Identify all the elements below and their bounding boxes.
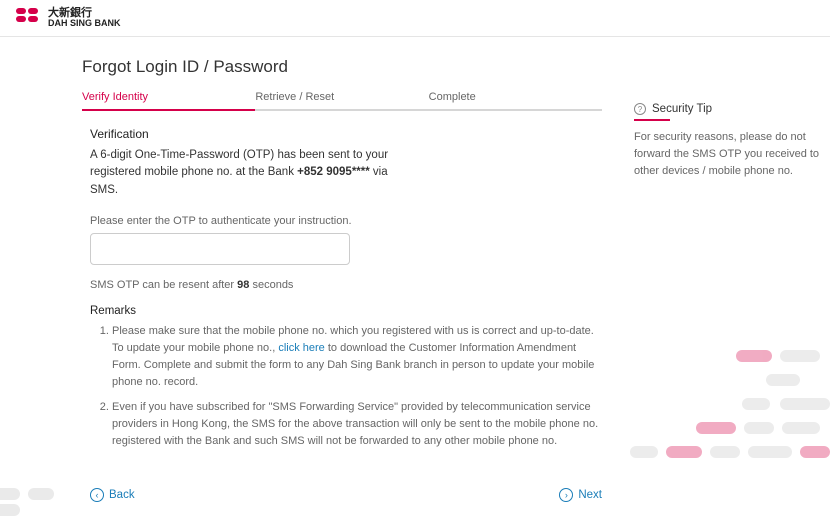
otp-prompt: Please enter the OTP to authenticate you… bbox=[90, 215, 602, 227]
step-indicator: Verify Identity Retrieve / Reset Complet… bbox=[82, 91, 602, 111]
chevron-left-icon: ‹ bbox=[90, 488, 104, 502]
verification-heading: Verification bbox=[90, 127, 602, 141]
remark-2-text: Even if you have subscribed for "SMS For… bbox=[112, 401, 598, 447]
otp-msg-phone: +852 9095**** bbox=[297, 166, 370, 178]
main-content: Forgot Login ID / Password Verify Identi… bbox=[82, 57, 602, 502]
resend-seconds: 98 bbox=[237, 279, 249, 291]
bank-logo-icon bbox=[16, 8, 40, 28]
remarks-heading: Remarks bbox=[90, 305, 602, 317]
back-button[interactable]: ‹ Back bbox=[90, 488, 135, 502]
otp-resend-countdown: SMS OTP can be resent after 98 seconds bbox=[90, 279, 602, 291]
remarks-list: Please make sure that the mobile phone n… bbox=[90, 323, 602, 450]
page-title: Forgot Login ID / Password bbox=[82, 57, 602, 77]
brand-en: DAH SING BANK bbox=[48, 19, 121, 28]
bank-logo-text: 大新銀行 DAH SING BANK bbox=[48, 8, 121, 28]
resend-pre: SMS OTP can be resent after bbox=[90, 279, 237, 291]
otp-sent-message: A 6-digit One-Time-Password (OTP) has be… bbox=[90, 147, 400, 199]
step-complete: Complete bbox=[429, 91, 602, 111]
list-item: Please make sure that the mobile phone n… bbox=[112, 323, 602, 391]
security-tip-text: For security reasons, please do not forw… bbox=[634, 129, 824, 180]
resend-post: seconds bbox=[249, 279, 293, 291]
question-icon: ? bbox=[634, 103, 646, 115]
header: 大新銀行 DAH SING BANK bbox=[0, 0, 830, 37]
sidebar: ? Security Tip For security reasons, ple… bbox=[634, 57, 824, 502]
security-tip-heading: ? Security Tip bbox=[634, 103, 824, 121]
chevron-right-icon: › bbox=[559, 488, 573, 502]
next-label: Next bbox=[578, 489, 602, 501]
step-verify-identity: Verify Identity bbox=[82, 91, 255, 111]
back-label: Back bbox=[109, 489, 135, 501]
otp-input[interactable] bbox=[90, 233, 350, 265]
tip-title: Security Tip bbox=[652, 103, 712, 115]
step-retrieve-reset: Retrieve / Reset bbox=[255, 91, 428, 111]
amendment-form-link[interactable]: click here bbox=[278, 342, 324, 354]
next-button[interactable]: › Next bbox=[559, 488, 602, 502]
list-item: Even if you have subscribed for "SMS For… bbox=[112, 399, 602, 450]
